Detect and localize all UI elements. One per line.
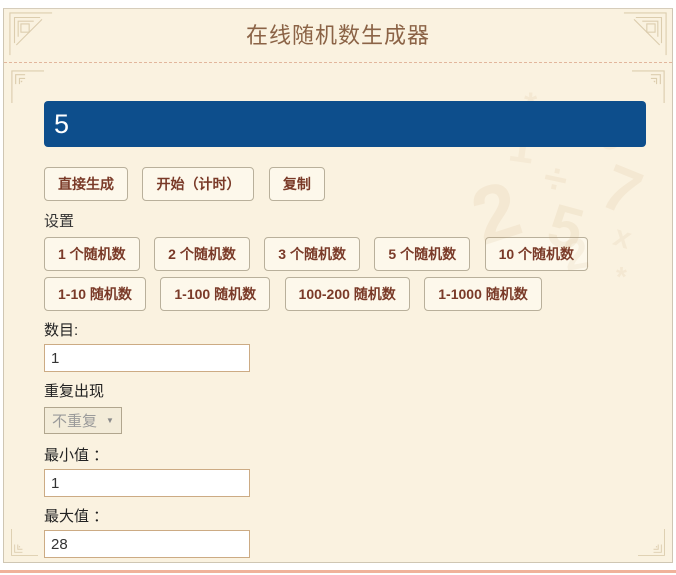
generator-panel: 在线随机数生成器 2÷57*2x3*1 5 直接生成 开始（计时） 复制 设置 … — [3, 8, 673, 563]
page-title: 在线随机数生成器 — [4, 9, 672, 63]
preset-1-1000-button[interactable]: 1-1000 随机数 — [424, 277, 541, 311]
copy-button[interactable]: 复制 — [269, 167, 325, 201]
count-label: 数目: — [44, 319, 648, 340]
repeat-label: 重复出现 — [44, 380, 648, 401]
preset-1-100-button[interactable]: 1-100 随机数 — [160, 277, 270, 311]
preset-2-random-button[interactable]: 2 个随机数 — [154, 237, 250, 271]
generate-button[interactable]: 直接生成 — [44, 167, 128, 201]
preset-5-random-button[interactable]: 5 个随机数 — [374, 237, 470, 271]
page-header: 在线随机数生成器 — [4, 9, 672, 63]
preset-3-random-button[interactable]: 3 个随机数 — [264, 237, 360, 271]
min-input[interactable] — [44, 469, 250, 497]
preset-1-random-button[interactable]: 1 个随机数 — [44, 237, 140, 271]
meander-corner-bottom-left-icon — [10, 529, 38, 557]
actions-row: 直接生成 开始（计时） 复制 — [44, 167, 648, 201]
max-label: 最大值 ： — [44, 505, 648, 526]
preset-row-range: 1-10 随机数 1-100 随机数 100-200 随机数 1-1000 随机… — [44, 277, 648, 311]
min-label: 最小值 ： — [44, 444, 648, 465]
meander-corner-bottom-right-icon — [638, 529, 666, 557]
count-input[interactable] — [44, 344, 250, 372]
generator-form: 2÷57*2x3*1 5 直接生成 开始（计时） 复制 设置 1 个随机数 2 … — [4, 63, 672, 562]
meander-corner-top-right-icon — [632, 69, 666, 103]
start-timer-button[interactable]: 开始（计时） — [142, 167, 254, 201]
repeat-select-value: 不重复 — [52, 410, 97, 431]
settings-label: 设置 — [44, 210, 648, 231]
repeat-select[interactable]: 不重复 ▼ — [44, 407, 122, 434]
section-divider — [0, 570, 676, 573]
preset-1-10-button[interactable]: 1-10 随机数 — [44, 277, 146, 311]
meander-corner-top-left-icon — [10, 69, 44, 103]
preset-row-count: 1 个随机数 2 个随机数 3 个随机数 5 个随机数 10 个随机数 — [44, 237, 648, 271]
preset-100-200-button[interactable]: 100-200 随机数 — [285, 277, 410, 311]
result-display: 5 — [44, 101, 646, 147]
max-input[interactable] — [44, 530, 250, 558]
preset-10-random-button[interactable]: 10 个随机数 — [485, 237, 588, 271]
chevron-down-icon: ▼ — [106, 416, 114, 425]
